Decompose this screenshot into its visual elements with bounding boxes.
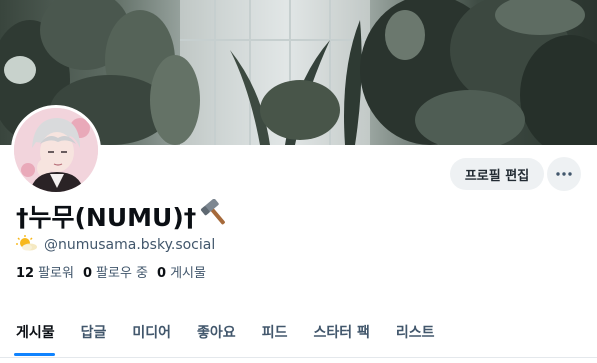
edit-profile-button[interactable]: 프로필 편집 [450,158,544,190]
avatar[interactable] [11,105,101,195]
sun-behind-cloud-icon [16,235,38,255]
ellipsis-icon [556,172,572,176]
display-name: †누무(NUMU)† [16,203,197,232]
following-count: 0 [82,265,93,281]
posts-count: 0 [157,265,167,281]
following-stat[interactable]: 0 팔로우 중 [83,262,148,281]
profile-stats: 12 팔로워 0 팔로우 중 0 게시물 [16,262,215,281]
more-options-button[interactable] [547,157,581,191]
tab-feeds[interactable]: 피드 [249,312,301,352]
followers-count: 12 [16,265,35,281]
profile-tabs: 게시물 답글 미디어 좋아요 피드 스타터 팩 리스트 [0,312,597,358]
following-label: 팔로우 중 [96,265,149,281]
followers-stat[interactable]: 12 팔로워 [16,262,74,281]
handle-row: @numusama.bsky.social [16,235,216,255]
tab-likes[interactable]: 좋아요 [184,312,249,352]
tab-posts[interactable]: 게시물 [0,312,68,356]
tab-starter-packs[interactable]: 스타터 팩 [300,312,382,352]
tab-replies[interactable]: 답글 [68,312,120,352]
followers-label: 팔로워 [38,265,74,281]
avatar-image [14,108,98,192]
tab-lists[interactable]: 리스트 [383,312,448,352]
posts-label: 게시물 [170,265,206,281]
handle: @numusama.bsky.social [44,237,216,253]
tab-media[interactable]: 미디어 [119,312,184,352]
display-name-row: †누무(NUMU)† [16,198,230,233]
posts-stat: 0 게시물 [157,262,206,281]
hammer-icon [200,198,230,233]
